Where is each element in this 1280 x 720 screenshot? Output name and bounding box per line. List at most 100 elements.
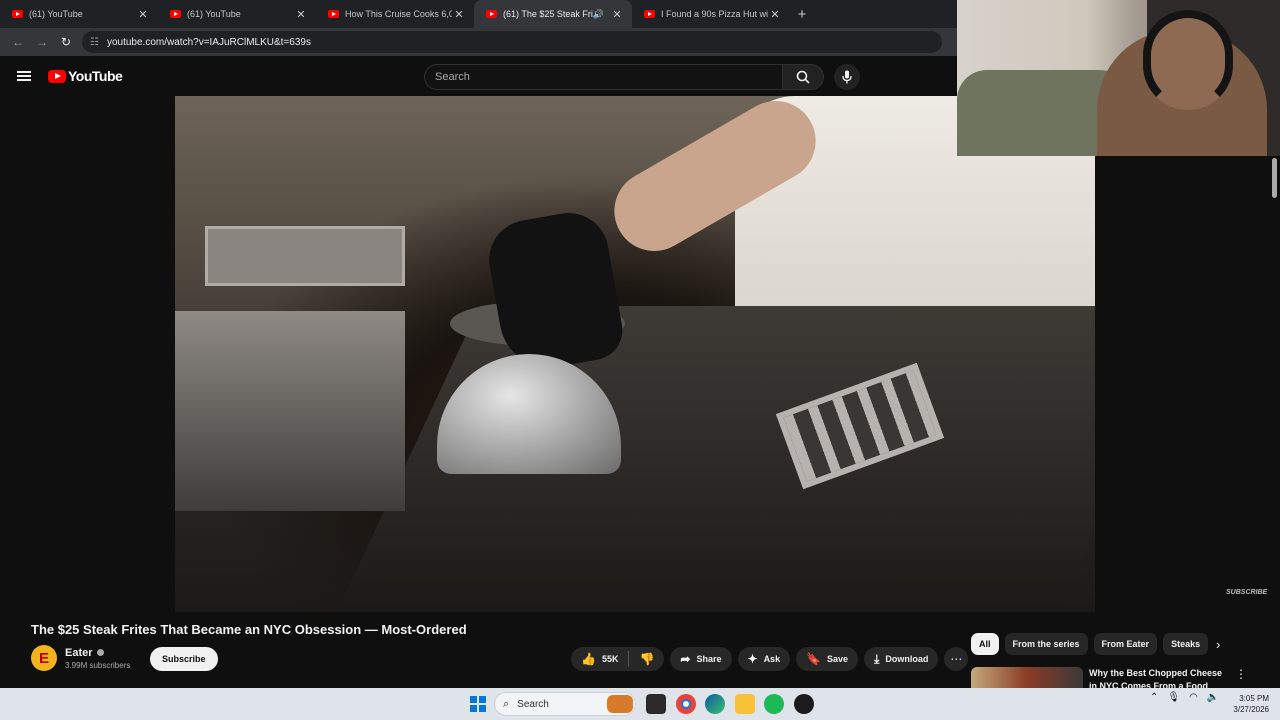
save-button[interactable]: 🔖 Save [796,647,859,671]
file-explorer-icon[interactable] [735,694,755,714]
chip-steaks[interactable]: Steaks [1163,633,1209,655]
like-button[interactable]: 👍 55K [571,651,630,667]
channel-name[interactable]: Eater [65,647,93,659]
browser-tab[interactable]: How This Cruise Cooks 6,000 Lb ✕ [316,0,474,28]
tab-title: (61) YouTube [187,9,241,19]
logo-text: YouTube [68,68,123,84]
share-label: Share [696,654,722,664]
video-actions: 👍 55K 👎 ➦ Share ✦ Ask 🔖 Save ⤓ Download … [571,647,969,671]
windows-start-icon[interactable] [470,696,486,712]
task-view-icon[interactable] [646,694,666,714]
browser-toolbar: ← → ↻ ☷ youtube.com/watch?v=IAJuRClMLKU&… [0,28,958,56]
youtube-logo[interactable]: YouTube [48,68,123,84]
youtube-favicon-icon [12,10,23,18]
tab-close-icon[interactable]: ✕ [452,8,466,21]
subscribe-button[interactable]: Subscribe [150,647,218,671]
forward-arrow-icon[interactable]: → [30,30,54,54]
download-button[interactable]: ⤓ Download [864,647,939,671]
chip-all[interactable]: All [971,633,999,655]
bookmark-icon: 🔖 [806,652,822,666]
download-icon: ⤓ [874,651,880,666]
tab-close-icon[interactable]: ✕ [136,8,150,21]
ask-label: Ask [763,654,781,664]
save-label: Save [827,654,849,664]
search-placeholder: Search [435,71,470,83]
microphone-icon[interactable]: 🎙 [1167,692,1180,703]
chip-from-eater[interactable]: From Eater [1093,633,1158,655]
microphone-icon [842,70,852,84]
system-tray: ⌃ 🎙 ◠ 🔈 [1150,692,1228,703]
wifi-icon[interactable]: ◠ [1189,692,1198,703]
like-dislike-group: 👍 55K 👎 [571,647,665,671]
ask-button[interactable]: ✦ Ask [737,647,791,671]
menu-icon[interactable] [17,71,31,81]
search-input[interactable]: Search [424,64,782,90]
browser-tab[interactable]: (61) YouTube ✕ [158,0,316,28]
browser-tab-active[interactable]: (61) The $25 Steak Frites Th 🔊 ✕ [474,0,632,28]
youtube-favicon-icon [328,10,339,18]
back-arrow-icon[interactable]: ← [6,30,30,54]
search-highlight-icon [607,695,633,713]
voice-search-button[interactable] [834,64,860,90]
clock-time: 3:05 PM [1239,694,1269,703]
volume-icon[interactable]: 🔈 [1207,692,1219,703]
speaker-icon[interactable]: 🔊 [593,9,604,20]
filter-chips: All From the series From Eater Steaks [971,633,1214,655]
search-icon [796,70,810,84]
search-bar: Search [424,64,824,90]
kebab-menu-icon[interactable]: ⋮ [1235,667,1247,689]
channel-avatar[interactable]: E [31,645,57,671]
share-button[interactable]: ➦ Share [670,647,732,671]
browser-tab[interactable]: (61) YouTube ✕ [0,0,158,28]
page-scrollbar[interactable] [1272,158,1277,198]
like-count: 55K [601,654,619,664]
clock-date: 3/27/2026 [1233,705,1269,714]
chevron-right-icon[interactable]: › [1216,637,1220,652]
chrome-icon[interactable] [676,694,696,714]
address-bar[interactable]: ☷ youtube.com/watch?v=IAJuRClMLKU&t=639s [82,31,942,53]
video-frame-tray [175,311,405,511]
browser-tab[interactable]: I Found a 90s Pizza Hut with an ✕ [632,0,790,28]
thumbs-down-icon: 👎 [639,652,655,666]
app-icon[interactable] [794,694,814,714]
more-actions-icon[interactable]: ⋯ [944,647,969,671]
chevron-up-icon[interactable]: ⌃ [1150,692,1158,703]
webcam-headphones [1143,10,1233,110]
download-label: Download [885,654,929,664]
edge-icon[interactable] [705,694,725,714]
channel-name-row[interactable]: Eater [65,647,130,659]
tab-title: How This Cruise Cooks 6,000 Lb [345,9,452,19]
video-player[interactable] [175,96,1095,612]
thumbs-up-icon: 👍 [581,652,596,666]
video-frame-tray [205,226,405,286]
reload-icon[interactable]: ↻ [54,30,78,54]
subscribe-watermark[interactable]: SUBSCRIBE [1226,589,1267,596]
recommended-video[interactable]: Why the Best Chopped Cheese in NYC Comes… [971,667,1271,689]
url-text: youtube.com/watch?v=IAJuRClMLKU&t=639s [106,36,311,48]
tab-title: I Found a 90s Pizza Hut with an [661,9,768,19]
tab-close-icon[interactable]: ✕ [768,8,782,21]
windows-taskbar: ⌕ Search ⌃ 🎙 ◠ 🔈 3:05 PM 3/27/2026 [0,688,1280,720]
youtube-favicon-icon [486,10,497,18]
taskbar-search[interactable]: ⌕ Search [494,692,636,716]
tab-close-icon[interactable]: ✕ [610,8,624,21]
sparkle-icon: ✦ [747,652,758,666]
youtube-header: YouTube Search [0,56,958,96]
webcam-overlay [957,0,1280,156]
subscriber-count: 3.99M subscribers [65,660,131,670]
channel-info: E Eater 3.99M subscribers [31,645,130,671]
system-clock[interactable]: 3:05 PM 3/27/2026 [1229,693,1269,715]
search-button[interactable] [782,64,824,90]
recommended-title[interactable]: Why the Best Chopped Cheese in NYC Comes… [1089,667,1229,689]
verified-badge-icon [96,649,104,656]
dislike-button[interactable]: 👎 [629,652,664,666]
spotify-icon[interactable] [764,694,784,714]
chip-from-the-series[interactable]: From the series [1004,633,1088,655]
recommended-thumbnail[interactable] [971,667,1083,689]
tab-title: (61) The $25 Steak Frites Th [503,9,593,19]
tab-close-icon[interactable]: ✕ [294,8,308,21]
site-info-icon[interactable]: ☷ [90,37,99,48]
taskbar-search-label: Search [517,698,549,710]
youtube-favicon-icon [170,10,181,18]
new-tab-plus-icon[interactable]: + [790,0,814,28]
